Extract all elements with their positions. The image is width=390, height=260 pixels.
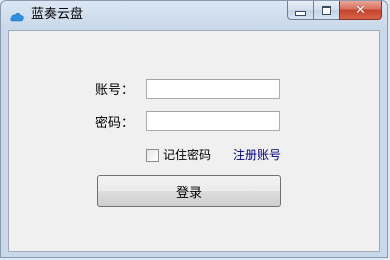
account-input[interactable] [146, 79, 280, 99]
close-button[interactable]: ✕ [339, 1, 382, 20]
app-window: 蓝奏云盘 ✕ 账号： 密码： 记住密码 注册账号 登录 [0, 0, 388, 258]
password-input[interactable] [146, 111, 280, 131]
close-icon: ✕ [355, 2, 366, 18]
title-bar[interactable]: 蓝奏云盘 ✕ [1, 1, 387, 30]
maximize-button[interactable] [313, 1, 339, 20]
window-title: 蓝奏云盘 [31, 7, 84, 22]
maximize-icon [322, 5, 331, 15]
minimize-icon [295, 10, 306, 16]
cloud-icon [9, 8, 25, 24]
minimize-button[interactable] [287, 1, 313, 20]
password-label: 密码： [95, 116, 135, 131]
login-button-label: 登录 [175, 185, 202, 201]
register-account-link[interactable]: 注册账号 [233, 147, 281, 163]
remember-password-label[interactable]: 记住密码 [163, 147, 211, 163]
login-panel: 账号： 密码： 记住密码 注册账号 登录 [8, 30, 380, 252]
window-controls: ✕ [287, 1, 382, 20]
remember-password-checkbox[interactable] [146, 149, 159, 162]
login-button[interactable]: 登录 [97, 175, 281, 207]
account-label: 账号： [95, 83, 135, 98]
